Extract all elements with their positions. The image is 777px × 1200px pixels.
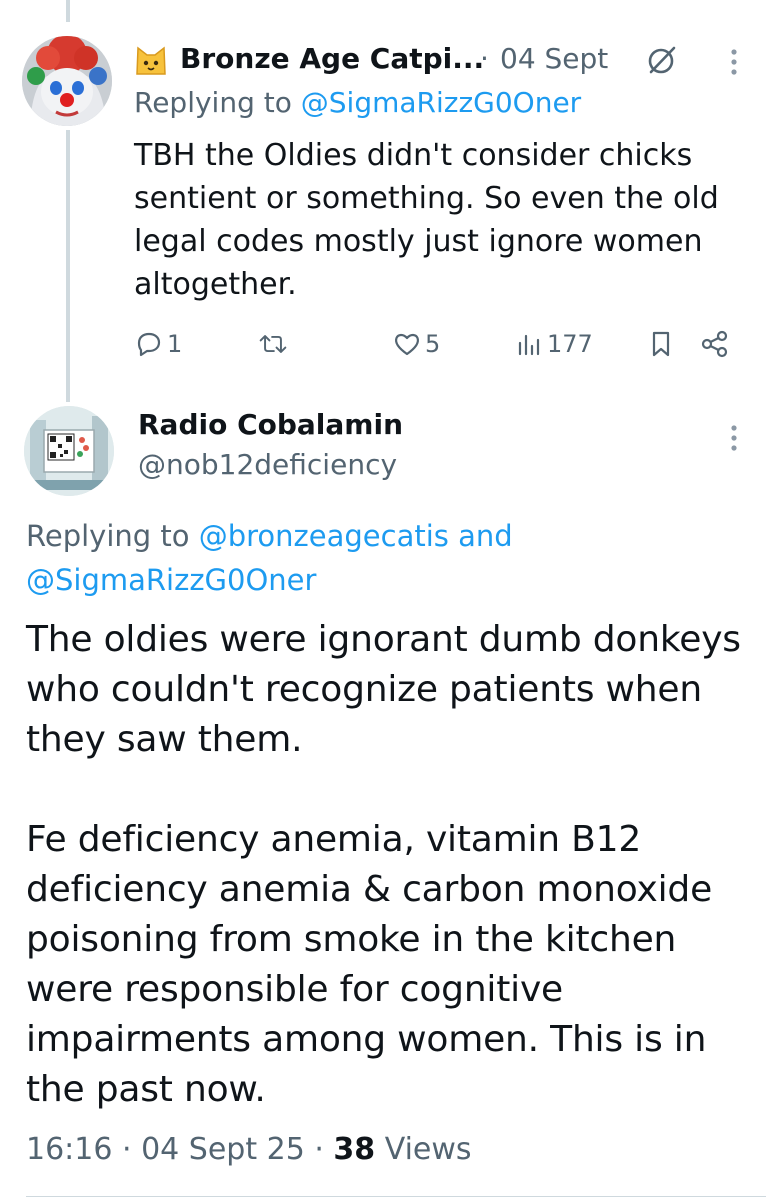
grok-icon[interactable] <box>646 44 678 76</box>
replying-and[interactable]: and <box>449 519 513 553</box>
like-button[interactable]: 5 <box>392 324 440 364</box>
cat-face-emoji-icon <box>136 46 166 75</box>
more-vertical-icon[interactable] <box>728 48 740 76</box>
views-chart-icon <box>518 334 540 356</box>
retweet-button[interactable] <box>258 324 291 364</box>
divider <box>26 1196 766 1197</box>
share-icon <box>701 330 728 358</box>
tweet-time[interactable]: 16:16 <box>26 1132 112 1167</box>
replying-prefix: Replying to <box>134 86 301 119</box>
tweet-paragraph: The oldies were ignorant dumb donkeys wh… <box>26 619 741 760</box>
heart-icon <box>395 333 419 356</box>
thread-line-top <box>66 0 70 22</box>
meta-separator: · <box>304 1132 334 1167</box>
reply-tweet-header: Bronze Age Catpi... · 04 Sept <box>134 38 754 82</box>
main-tweet-text: The oldies were ignorant dumb donkeys wh… <box>26 615 766 1115</box>
meta-separator: · <box>112 1132 142 1167</box>
bookmark-button[interactable] <box>646 324 676 364</box>
replying-to: Replying to @SigmaRizzG0Oner <box>134 86 581 119</box>
thread-line <box>66 130 70 402</box>
date-separator: · <box>480 42 489 75</box>
mention-link[interactable]: @SigmaRizzG0Oner <box>301 86 581 119</box>
views-button[interactable]: 177 <box>514 324 593 364</box>
views-count[interactable]: 38 <box>333 1132 375 1167</box>
reply-count: 1 <box>167 330 183 358</box>
retweet-icon <box>259 335 287 353</box>
author-name[interactable]: Bronze Age Catpi... <box>180 42 484 75</box>
avatar[interactable] <box>22 36 112 126</box>
reply-icon <box>137 332 161 357</box>
bookmark-icon <box>652 331 670 357</box>
like-count: 5 <box>425 330 441 358</box>
mention-link[interactable]: @bronzeagecatis <box>199 519 449 553</box>
mention-link[interactable]: @SigmaRizzG0Oner <box>26 563 316 597</box>
tweet-meta: 16:16 · 04 Sept 25 · 38 Views <box>26 1132 472 1167</box>
reply-tweet-text: TBH the Oldies didn't consider chicks se… <box>134 138 719 302</box>
author-handle[interactable]: @nob12deficiency <box>138 448 397 481</box>
avatar[interactable] <box>24 406 114 496</box>
replying-to: Replying to @bronzeagecatis and @SigmaRiz… <box>26 514 746 602</box>
tweet-date[interactable]: 04 Sept 25 <box>141 1132 305 1167</box>
tweet-date[interactable]: 04 Sept <box>500 42 608 75</box>
view-count: 177 <box>547 330 593 358</box>
replying-prefix: Replying to <box>26 519 199 553</box>
views-label: Views <box>375 1132 472 1167</box>
tweet-paragraph: Fe deficiency anemia, vitamin B12 defici… <box>26 819 713 1110</box>
action-bar: 1 5 177 <box>134 324 744 364</box>
author-name[interactable]: Radio Cobalamin <box>138 408 403 441</box>
share-button[interactable] <box>700 324 730 364</box>
more-vertical-icon[interactable] <box>728 424 740 452</box>
reply-button[interactable]: 1 <box>134 324 182 364</box>
